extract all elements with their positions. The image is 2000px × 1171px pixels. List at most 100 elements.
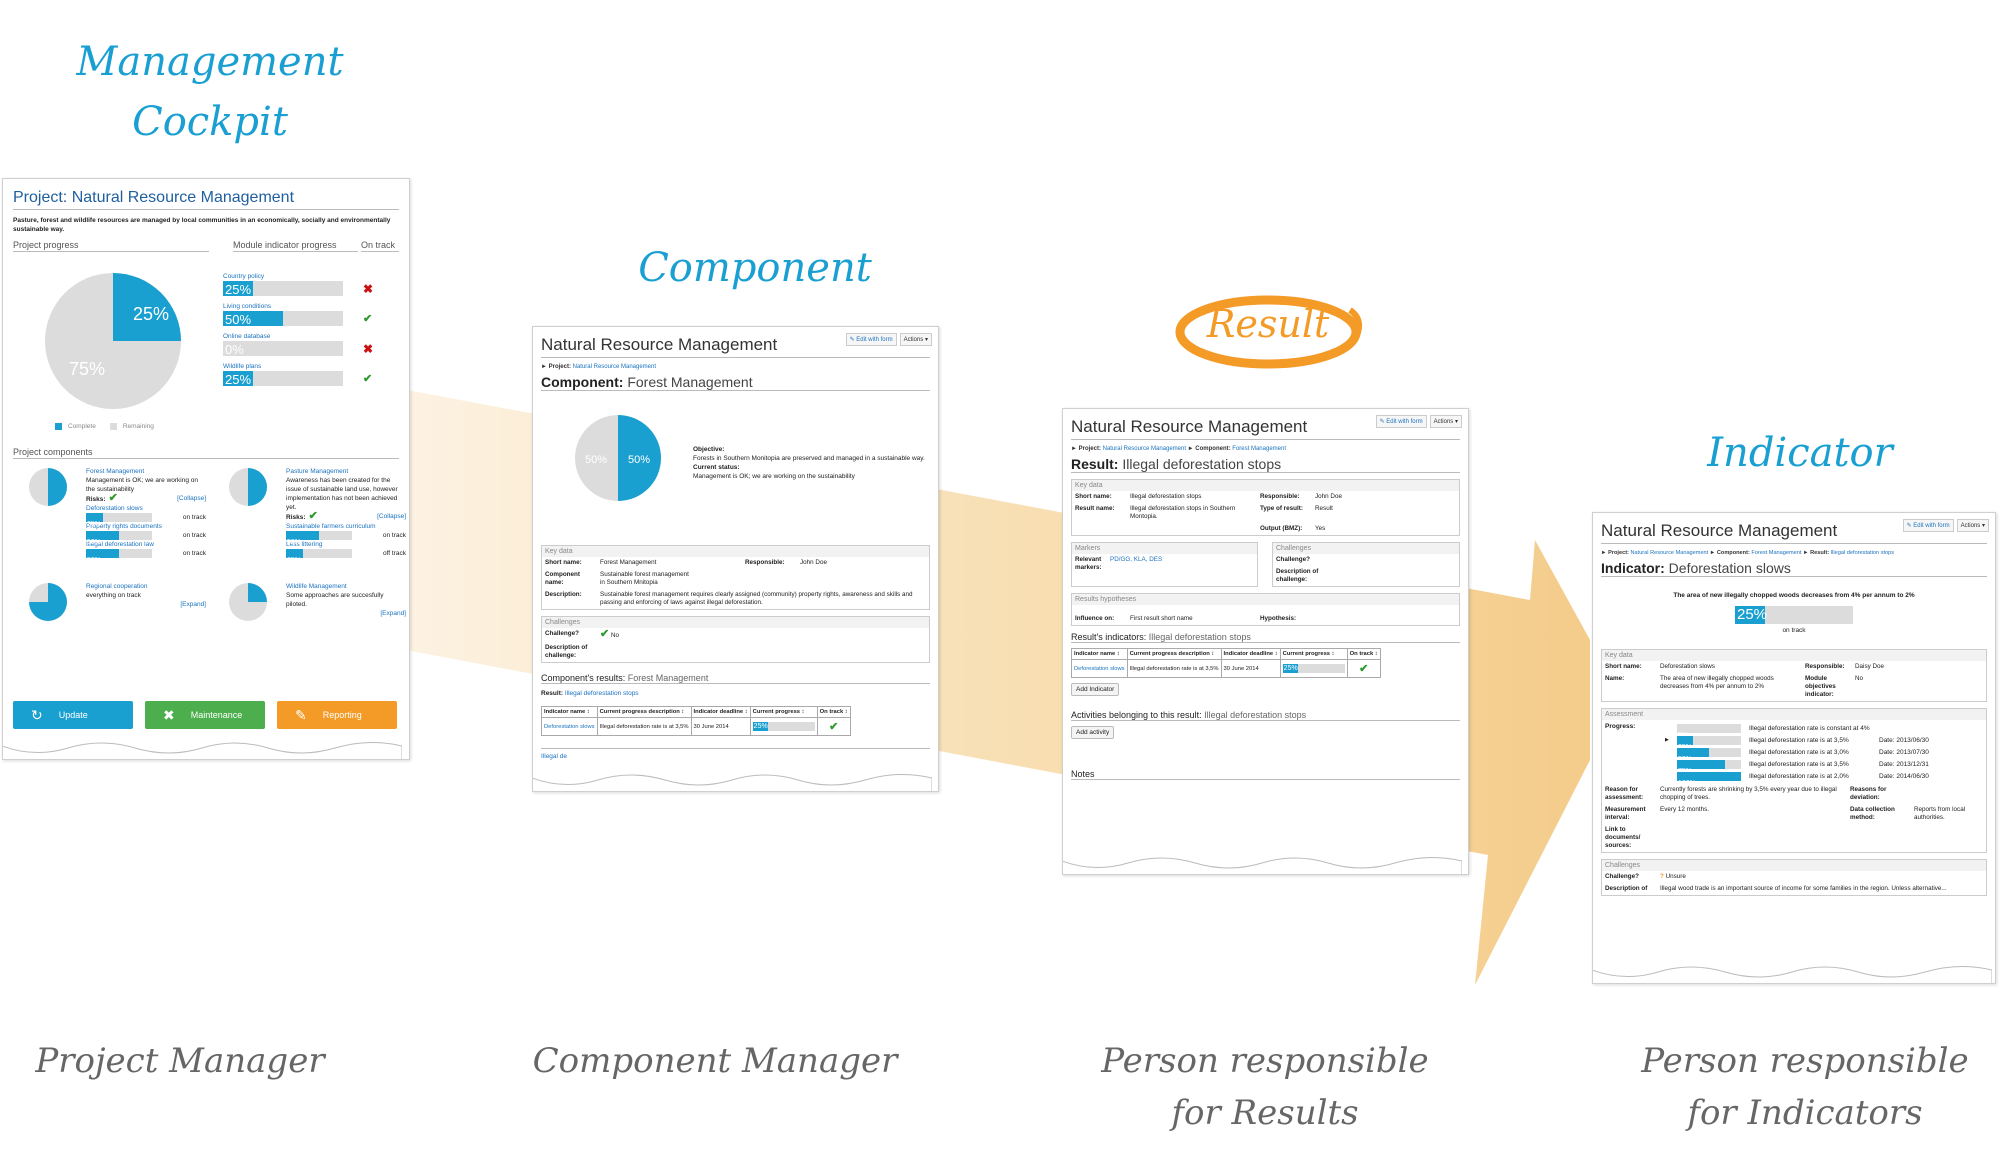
next-result-link[interactable]: Illegal de: [541, 748, 930, 761]
progress-bar: 50%: [286, 531, 352, 546]
add-indicator-button[interactable]: Add Indicator: [1071, 683, 1120, 696]
indicator-name-link[interactable]: Deforestation slows: [541, 717, 598, 736]
challenges-header: Challenges: [1602, 860, 1986, 871]
crumb-project-link[interactable]: Natural Resource Management: [1630, 550, 1708, 556]
indicator-link[interactable]: Less littering: [286, 540, 406, 549]
activities-heading-value: Illegal deforestation stops: [1204, 710, 1307, 720]
track-status: on track: [182, 550, 206, 557]
field-label: Challenge?: [545, 630, 579, 637]
progress-bar: 25%: [1282, 664, 1345, 673]
legend-remaining-swatch: [109, 423, 117, 430]
component-name-link[interactable]: Regional cooperation: [86, 582, 206, 591]
hypotheses-header: Results hypotheses: [1072, 594, 1459, 605]
field-label: Link to documents/ sources:: [1605, 826, 1641, 849]
assessment-box: Assessment Progress: 0% Illegal deforesta…: [1601, 708, 1987, 853]
toggle-link[interactable]: [Expand]: [380, 609, 406, 618]
column-header[interactable]: Current progress description ↕: [1126, 648, 1222, 660]
column-header[interactable]: Current progress ↕: [749, 706, 818, 718]
results-heading-label: Component's results:: [541, 673, 626, 683]
refresh-icon: ↻: [31, 706, 43, 723]
toggle-link[interactable]: [Expand]: [180, 600, 206, 609]
field-value: Unsure: [1665, 873, 1686, 880]
crumb-project-link[interactable]: Natural Resource Management: [1103, 446, 1186, 452]
field-label: Result name:: [1075, 505, 1115, 512]
edit-with-form-button[interactable]: ✎ Edit with form: [1375, 415, 1427, 428]
field-label: Relevant markers:: [1075, 556, 1102, 571]
component-progress-pie: 50% 50%: [575, 415, 661, 501]
column-header[interactable]: Indicator deadline ↕: [690, 706, 751, 718]
indicators-heading: Result's indicators: Illegal deforestati…: [1071, 632, 1460, 643]
column-header[interactable]: Indicator deadline ↕: [1220, 648, 1281, 660]
indicator-link[interactable]: Sustainable farmers curriculum: [286, 522, 406, 531]
module-name-link[interactable]: Country policy: [223, 272, 393, 281]
component-name-link[interactable]: Forest Management: [86, 467, 206, 476]
component-card: Wildlife Management Some approaches are s…: [228, 582, 406, 621]
actions-dropdown[interactable]: Actions ▾: [1429, 415, 1462, 428]
components-grid: Forest Management Management is OK; we ar…: [3, 467, 409, 697]
column-header[interactable]: Current progress description ↕: [596, 706, 692, 718]
pie-complete-slice: [48, 468, 67, 506]
markers-link[interactable]: PD/GG, KLA, DES: [1110, 556, 1254, 572]
role-line: for Results: [1171, 1093, 1359, 1133]
indicator-table: Indicator name ↕ Current progress descrip…: [1071, 648, 1381, 678]
key-data-box: Key data Short name: Deforestation slows R…: [1601, 649, 1987, 702]
edit-with-form-button[interactable]: ✎ Edit with form: [845, 333, 897, 346]
crumb-component-link[interactable]: Forest Management: [1751, 550, 1801, 556]
field-value: Sustainable forest management in Souther…: [600, 571, 689, 586]
progress-bar: 100%: [1677, 771, 1741, 787]
column-header[interactable]: On track ↕: [816, 706, 851, 718]
objective-label: Objective:: [693, 446, 725, 453]
crumb-project-link[interactable]: Natural Resource Management: [573, 364, 656, 370]
role-component-manager: Component Manager: [532, 1041, 898, 1081]
field-label: Short name:: [1075, 493, 1112, 500]
edit-with-form-button[interactable]: ✎ Edit with form: [1902, 519, 1954, 532]
progress-bar: 25%: [223, 281, 343, 297]
indicators-heading-value: Illegal deforestation stops: [1148, 632, 1251, 642]
component-name-link[interactable]: Wildlife Management: [286, 582, 406, 591]
pie-complete-label: 25%: [133, 304, 169, 324]
activities-heading: Activities belonging to this result: Ill…: [1071, 710, 1460, 721]
stage-title-indicator: Indicator: [1707, 430, 1893, 476]
field-value: Forest Management: [600, 559, 657, 566]
module-name-link[interactable]: Wildlife plans: [223, 362, 393, 371]
step-date: Date: 2013/06/30: [1879, 736, 1929, 744]
crumb-component-link[interactable]: Forest Management: [1232, 446, 1286, 452]
status-text: Management is OK; we are working on the …: [693, 473, 855, 480]
field-label: Hypothesis:: [1260, 615, 1297, 622]
result-link[interactable]: Illegal deforestation stops: [565, 690, 639, 697]
component-name-link[interactable]: Pasture Management: [286, 467, 406, 476]
crumb-result-link[interactable]: Illegal deforestation stops: [1831, 550, 1894, 556]
progress-bar: 50%: [86, 549, 152, 564]
deadline: 30 June 2014: [690, 717, 751, 736]
add-activity-button[interactable]: Add activity: [1071, 726, 1115, 739]
update-button[interactable]: ↻ Update: [13, 701, 133, 729]
actions-dropdown[interactable]: Actions ▾: [1956, 519, 1989, 532]
indicator-link[interactable]: Deforestation slows: [86, 504, 206, 513]
indicator-name-link[interactable]: Deforestation slows: [1071, 659, 1128, 678]
progress-bar: 25%: [1677, 735, 1741, 751]
legend-complete: Complete: [68, 423, 96, 430]
toggle-link[interactable]: [Collapse]: [177, 494, 206, 504]
module-name-link[interactable]: Online database: [223, 332, 393, 341]
indicator-link[interactable]: Property rights documents: [86, 522, 206, 531]
actions-dropdown[interactable]: Actions ▾: [899, 333, 932, 346]
module-name-link[interactable]: Living conditions: [223, 302, 393, 311]
indicator-link[interactable]: Illegal deforestation law: [86, 540, 206, 549]
column-header[interactable]: On track ↕: [1346, 648, 1381, 660]
reporting-button[interactable]: ✎ Reporting: [277, 701, 397, 729]
indicator-row: 25% off track: [286, 549, 406, 564]
markers-box: Markers Relevant markers: PD/GG, KLA, DES: [1071, 542, 1258, 587]
field-label: Description of challenge:: [545, 644, 588, 659]
check-icon: ✔: [363, 313, 373, 325]
result-panel: ✎ Edit with form Actions ▾ Natural Resou…: [1062, 408, 1469, 875]
column-header[interactable]: Indicator name ↕: [541, 706, 598, 718]
progress-label: 50%: [225, 312, 252, 327]
module-row: 0% ✖: [223, 341, 393, 357]
maintenance-button[interactable]: ✖ Maintenance: [145, 701, 265, 729]
column-header[interactable]: Indicator name ↕: [1071, 648, 1128, 660]
column-header[interactable]: Current progress ↕: [1279, 648, 1348, 660]
on-track-cell: ✔: [816, 717, 851, 736]
role-line: Person responsible: [1641, 1041, 1969, 1081]
result-label: Result:: [541, 690, 564, 697]
toggle-link[interactable]: [Collapse]: [377, 512, 406, 522]
